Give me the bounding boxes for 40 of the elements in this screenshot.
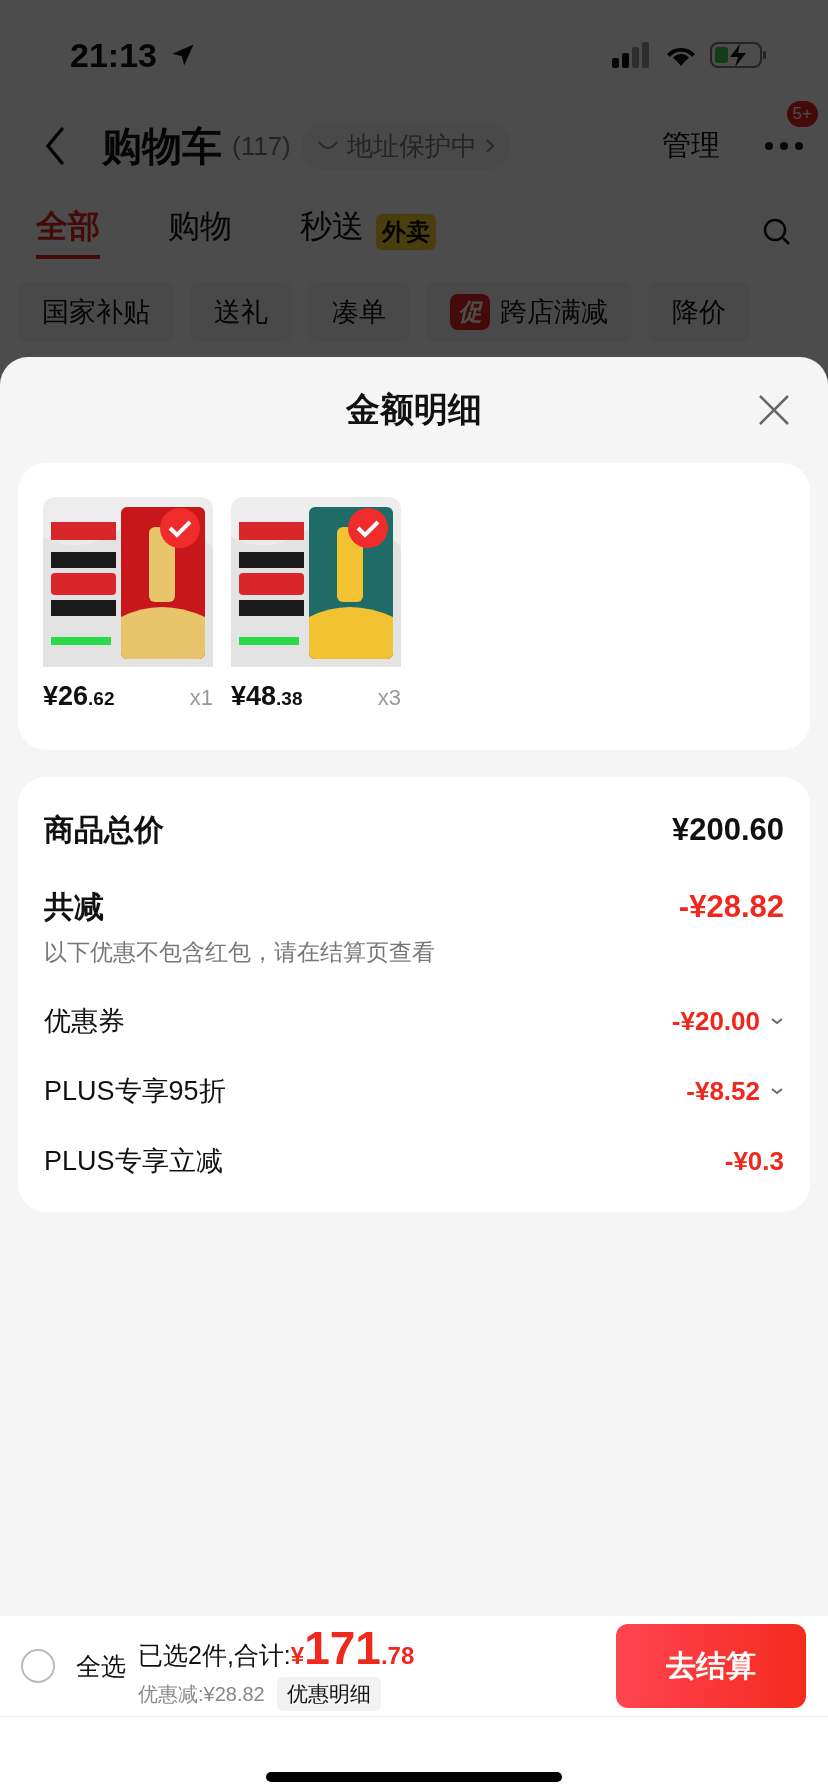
close-icon[interactable] xyxy=(758,394,790,426)
chevron-down-icon[interactable] xyxy=(770,1086,784,1096)
checkout-button[interactable]: 去结算 xyxy=(616,1624,806,1708)
status-time: 21:13 xyxy=(70,35,157,75)
selected-count-text: 已选2件,合计: xyxy=(138,1640,291,1671)
saved-amount: 优惠减:¥28.82 xyxy=(138,1681,265,1707)
item-quantity: x1 xyxy=(189,685,213,711)
discount-value: -¥20.00 xyxy=(671,1005,760,1037)
signal-icon xyxy=(612,42,652,68)
discount-value: -¥0.3 xyxy=(724,1145,784,1177)
checkmark-icon[interactable] xyxy=(347,507,389,549)
select-all-label[interactable]: 全选 xyxy=(76,1649,126,1683)
total-value: ¥200.60 xyxy=(671,812,784,848)
tab-tag: 外卖 xyxy=(376,214,436,250)
discount-label: PLUS专享95折 xyxy=(44,1075,226,1108)
notification-badge: 5+ xyxy=(786,101,818,127)
discount-detail-button[interactable]: 优惠明细 xyxy=(276,1677,381,1711)
tab[interactable]: 全部 xyxy=(36,205,100,259)
manage-button[interactable]: 管理 xyxy=(662,126,720,166)
item-quantity: x3 xyxy=(377,685,401,711)
item-price: ¥26.62 xyxy=(43,681,115,712)
radio-icon[interactable] xyxy=(20,1648,56,1684)
total-label: 商品总价 xyxy=(44,811,164,848)
chevron-right-icon xyxy=(484,138,495,154)
discount-label: PLUS专享立减 xyxy=(44,1145,223,1178)
tab[interactable]: 秒送 xyxy=(300,205,364,259)
item-price: ¥48.38 xyxy=(231,681,303,712)
tab[interactable]: 购物 xyxy=(168,205,232,259)
reduction-value: -¥28.82 xyxy=(678,889,784,925)
checkmark-icon[interactable] xyxy=(159,507,201,549)
promo-tag: 促 xyxy=(450,294,490,330)
total-price: ¥171.78 xyxy=(290,1621,415,1675)
discount-label: 优惠券 xyxy=(44,1005,125,1038)
chevron-down-icon[interactable] xyxy=(770,1016,784,1026)
sheet-title: 金额明细 xyxy=(346,389,482,430)
reduction-label: 共减 xyxy=(44,888,104,925)
discount-value: -¥8.52 xyxy=(686,1075,760,1107)
discount-note: 以下优惠不包含红包，请在结算页查看 xyxy=(44,937,435,967)
battery-icon xyxy=(710,41,768,69)
page-title: 购物车 xyxy=(102,122,222,170)
